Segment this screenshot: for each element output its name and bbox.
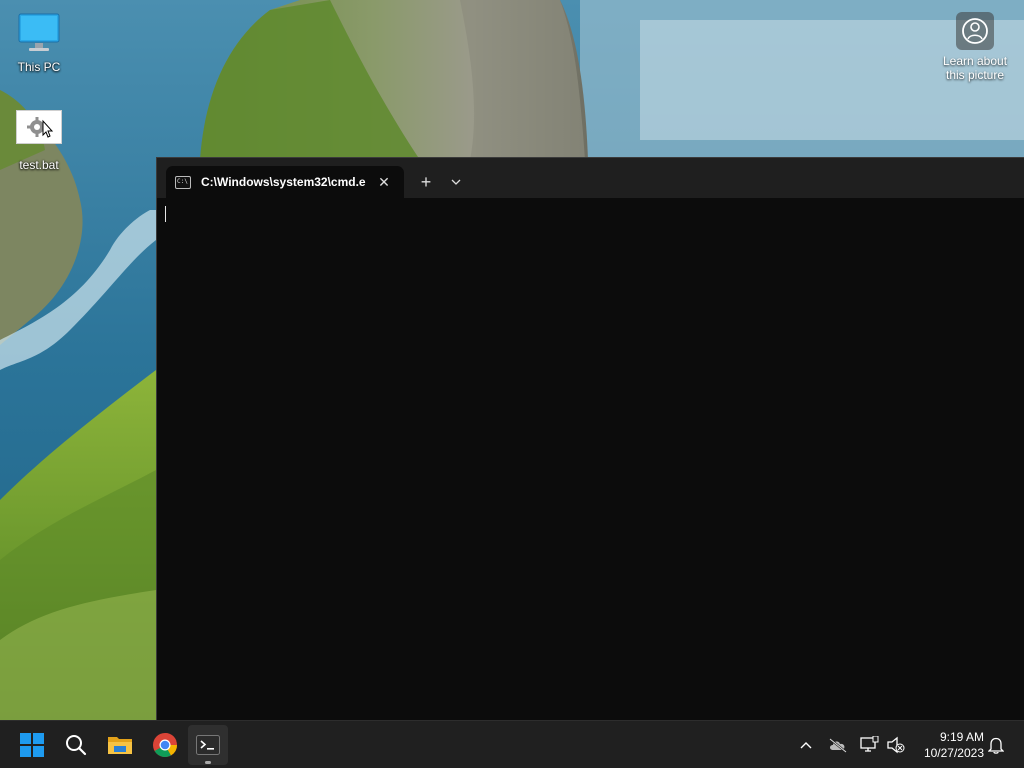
clock-date: 10/27/2023 [923,746,984,760]
bell-icon [988,737,1004,754]
running-indicator [205,761,211,764]
terminal-taskbar-button[interactable] [188,725,228,765]
plus-icon: + [420,171,432,192]
learn-about-label: Learn about this picture [942,54,1008,82]
windows-start-icon [20,733,44,757]
volume-tray-button[interactable] [884,733,908,757]
show-hidden-icons-button[interactable] [794,733,818,757]
terminal-tab-cmd[interactable]: C:\ C:\Windows\system32\cmd.e: ✕ [166,166,404,198]
chrome-button[interactable] [145,725,185,765]
desktop-icon-label: This PC [17,60,61,74]
computer-monitor-icon [15,10,63,58]
terminal-content-area[interactable] [157,198,1024,721]
onedrive-tray-button[interactable] [826,733,850,757]
folder-icon [108,737,132,754]
tab-dropdown-button[interactable] [445,171,467,193]
chevron-up-icon [800,742,812,749]
search-button[interactable] [56,725,96,765]
cmd-icon: C:\ [175,175,191,189]
close-tab-button[interactable]: ✕ [374,172,394,192]
system-clock[interactable]: 9:19 AM 10/27/2023 [912,729,984,761]
terminal-icon [196,735,220,755]
desktop-icon-this-pc[interactable]: This PC [1,10,77,74]
batch-file-gear-icon [16,110,62,144]
chrome-icon [153,732,177,758]
camera-lens-icon [956,12,994,50]
terminal-window[interactable]: C:\ C:\Windows\system32\cmd.e: ✕ + [156,157,1024,721]
desktop-icon-label: test.bat [19,158,59,172]
text-cursor [165,206,166,222]
start-button[interactable] [12,725,52,765]
notifications-button[interactable] [984,733,1008,757]
network-tray-button[interactable] [857,733,881,757]
network-icon [860,736,879,752]
new-tab-button[interactable]: + [414,171,438,193]
taskbar: 9:19 AM 10/27/2023 [0,720,1024,768]
speaker-muted-icon [887,736,905,754]
chevron-down-icon [451,179,461,185]
tab-title: C:\Windows\system32\cmd.e: [201,175,366,189]
clock-time: 9:19 AM [939,730,984,744]
file-explorer-button[interactable] [100,725,140,765]
cloud-off-icon [829,738,847,753]
terminal-tab-bar: C:\ C:\Windows\system32\cmd.e: ✕ + [157,158,1024,198]
close-icon: ✕ [378,173,390,190]
search-icon [66,735,87,756]
desktop-icon-test-bat[interactable]: test.bat [1,110,77,172]
learn-about-this-picture[interactable]: Learn about this picture [934,12,1016,82]
